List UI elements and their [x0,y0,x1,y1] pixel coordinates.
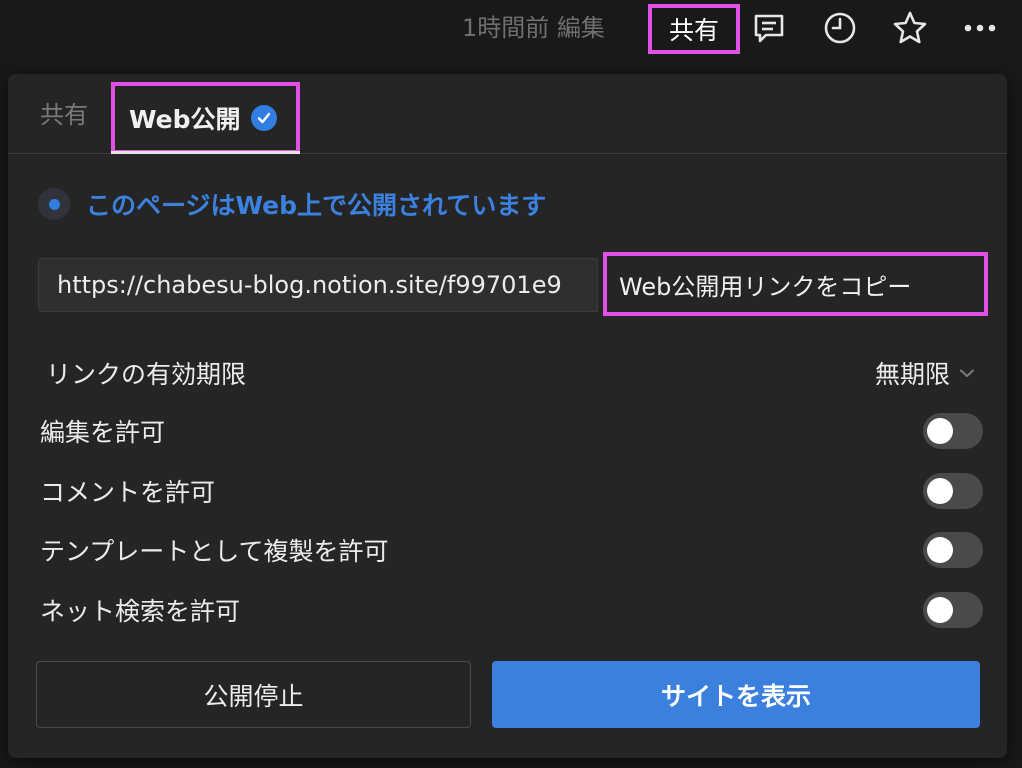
clock-icon[interactable] [822,10,858,46]
view-site-button[interactable]: サイトを表示 [492,661,980,728]
last-edited-text: 1時間前 編集 [462,14,605,42]
toggle-row-allow-search: ネット検索を許可 [40,590,983,630]
tab-web-publish-label: Web公開 [129,105,241,134]
allow-comment-label: コメントを許可 [40,478,216,507]
publish-status: このページはWeb上で公開されています [38,184,546,224]
link-expiry-dropdown[interactable]: 無期限 [875,353,976,393]
more-icon[interactable] [962,10,998,46]
tab-share[interactable]: 共有 [40,98,88,132]
toggle-row-allow-comment: コメントを許可 [40,471,983,511]
check-icon [250,105,277,131]
toggle-row-allow-duplicate: テンプレートとして複製を許可 [40,530,983,570]
allow-edit-label: 編集を許可 [40,418,166,447]
allow-search-label: ネット検索を許可 [40,597,241,626]
allow-search-toggle[interactable] [923,592,983,628]
allow-duplicate-toggle[interactable] [923,532,983,568]
public-url-field[interactable]: https://chabesu-blog.notion.site/f99701e… [38,258,598,312]
allow-duplicate-label: テンプレートとして複製を許可 [40,537,389,566]
active-tab-indicator [111,151,300,154]
tab-web-publish[interactable]: Web公開 [111,82,300,154]
publish-status-text: このページはWeb上で公開されています [86,191,547,220]
unpublish-button[interactable]: 公開停止 [36,661,471,728]
share-button[interactable]: 共有 [648,4,740,54]
link-expiry-label: リンクの有効期限 [46,360,247,389]
live-dot-icon [38,188,70,220]
comment-icon[interactable] [751,10,787,46]
allow-comment-toggle[interactable] [923,473,983,509]
link-expiry-value: 無期限 [874,360,950,389]
allow-edit-toggle[interactable] [923,413,983,449]
chevron-down-icon [960,369,974,377]
top-bar: 1時間前 編集 共有 [0,0,1022,58]
copy-link-button[interactable]: Web公開用リンクをコピー [603,252,988,316]
star-icon[interactable] [892,10,928,46]
toggle-row-allow-edit: 編集を許可 [40,411,983,451]
link-expiry-row: リンクの有効期限 無期限 [40,353,980,393]
share-tabs: 共有 Web公開 [8,74,1007,154]
share-panel: 共有 Web公開 このページはWeb上で公開されています https://cha… [8,74,1007,758]
